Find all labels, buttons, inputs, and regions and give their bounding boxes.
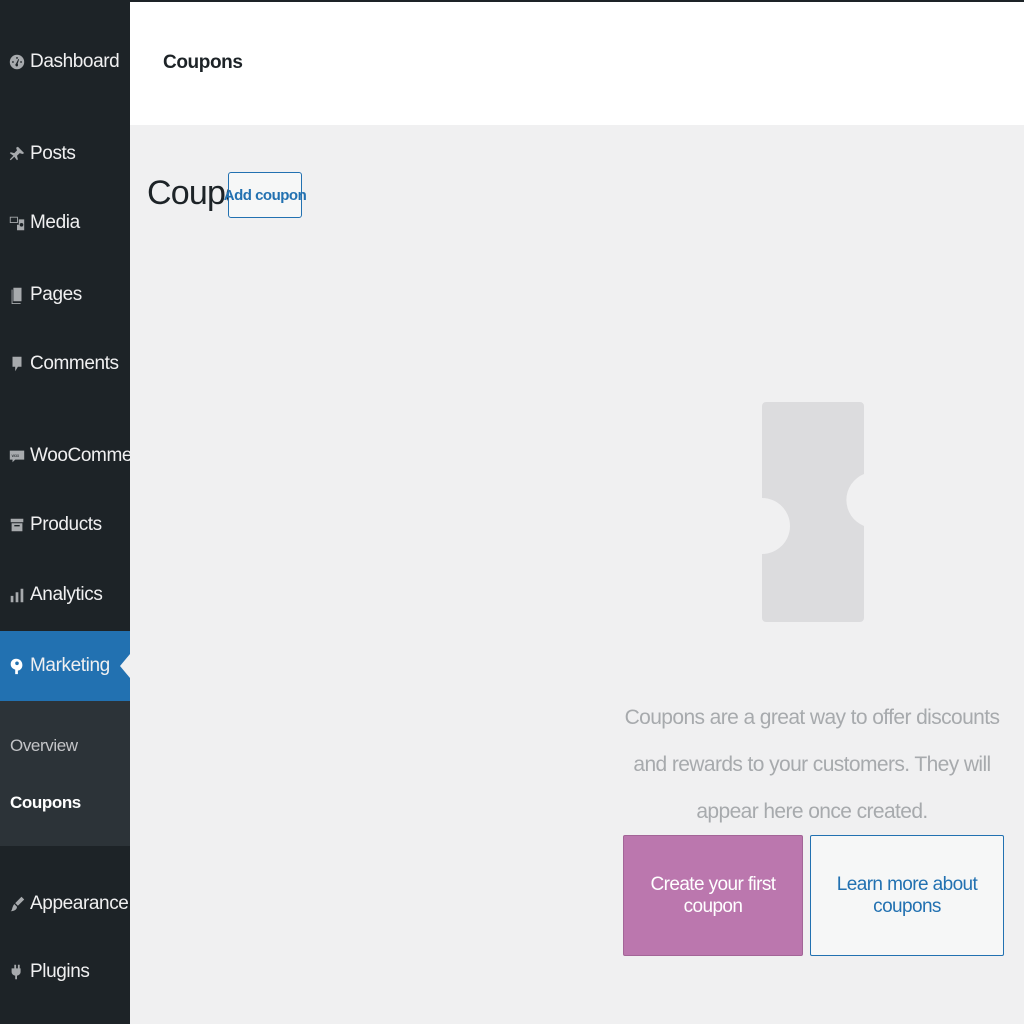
sidebar-item-label: Pages [30, 284, 82, 305]
submenu-item-coupons[interactable]: Coupons [10, 793, 81, 813]
marketing-submenu: Overview Coupons [0, 701, 130, 846]
sidebar-item-label: Analytics [30, 584, 103, 605]
empty-state-message: Coupons are a great way to offer discoun… [624, 706, 1000, 823]
sidebar-item-label: Plugins [30, 961, 90, 982]
learn-more-coupons-button[interactable]: Learn more about coupons [810, 835, 1004, 956]
media-icon [6, 212, 28, 234]
sidebar-item-analytics[interactable]: Analytics [0, 575, 130, 615]
bar-chart-icon [6, 584, 28, 606]
sidebar-item-label: Comments [30, 353, 119, 374]
sidebar-item-comments[interactable]: Comments [0, 344, 130, 384]
archive-icon [6, 514, 28, 536]
comment-icon [6, 353, 28, 375]
megaphone-icon [6, 655, 28, 677]
pin-icon [6, 143, 28, 165]
coupon-ticket-icon [762, 402, 864, 622]
page-header-bar: Coupons [130, 0, 1024, 125]
sidebar-item-label: Products [30, 514, 102, 535]
sidebar-item-label: Appearance [30, 893, 129, 914]
sidebar-item-products[interactable]: Products [0, 505, 130, 545]
sidebar-item-marketing[interactable]: Marketing [0, 631, 130, 701]
sidebar-item-appearance[interactable]: Appearance [0, 884, 130, 924]
sidebar-item-pages[interactable]: Pages [0, 275, 130, 315]
woo-icon: woo [6, 445, 28, 467]
sidebar-item-media[interactable]: Media [0, 203, 130, 243]
sidebar-item-woocommerce[interactable]: woo WooCommerce [0, 436, 158, 476]
sidebar-item-label: Dashboard [30, 51, 120, 72]
brush-icon [6, 893, 28, 915]
submenu-item-overview[interactable]: Overview [10, 736, 78, 756]
sidebar-item-dashboard[interactable]: Dashboard [0, 42, 130, 82]
sidebar-item-posts[interactable]: Posts [0, 134, 130, 174]
sidebar-item-label: Marketing [30, 655, 110, 676]
plug-icon [6, 961, 28, 983]
svg-text:woo: woo [12, 453, 20, 458]
sidebar-item-label: Posts [30, 143, 76, 164]
header-title: Coupons [163, 52, 243, 73]
sidebar-item-label: WooCommerce [30, 445, 158, 466]
sidebar-item-label: Media [30, 212, 80, 233]
pages-icon [6, 284, 28, 306]
admin-sidebar: Dashboard Posts Media Pages Comments woo… [0, 0, 158, 1024]
sidebar-item-plugins[interactable]: Plugins [0, 952, 130, 992]
create-first-coupon-button[interactable]: Create your first coupon [623, 835, 803, 956]
add-coupon-button[interactable]: Add coupon [224, 172, 307, 218]
dashboard-icon [6, 51, 28, 73]
